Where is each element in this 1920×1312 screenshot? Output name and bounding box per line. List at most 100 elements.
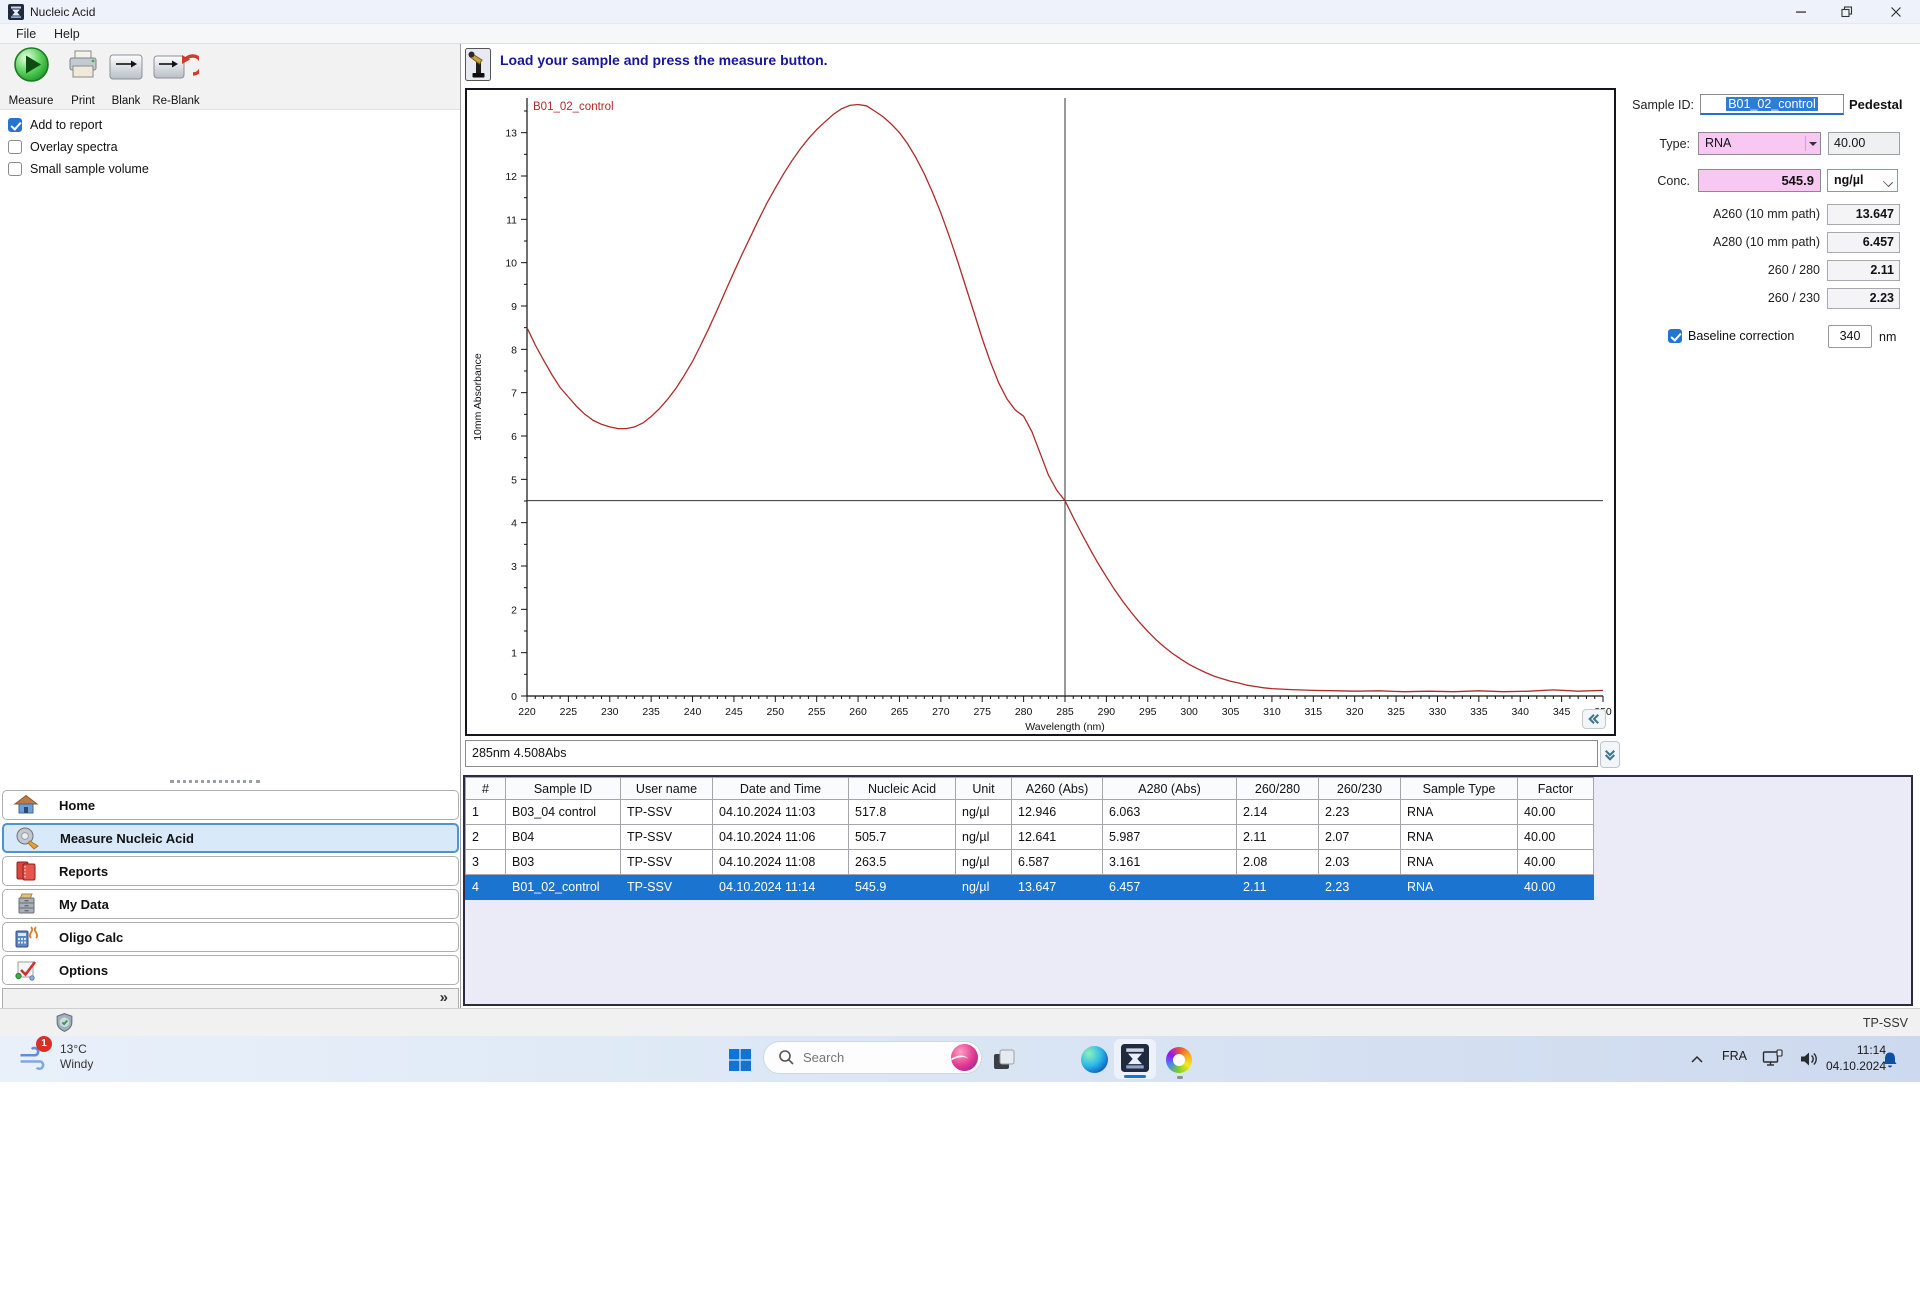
tray-expand-button[interactable] (1686, 1048, 1708, 1070)
factor-field[interactable]: 40.00 (1828, 132, 1900, 155)
table-cell[interactable]: TP-SSV (620, 849, 713, 875)
sidebar-item-reports[interactable]: Reports (2, 856, 459, 886)
unit-dropdown[interactable]: ng/µl (1827, 169, 1898, 192)
table-cell[interactable]: 2 (465, 824, 506, 850)
table-cell[interactable]: 13.647 (1011, 874, 1103, 900)
column-header[interactable]: 260/230 (1318, 777, 1401, 800)
column-header[interactable]: A260 (Abs) (1011, 777, 1103, 800)
checkbox-icon[interactable] (8, 118, 22, 132)
table-cell[interactable]: ng/µl (955, 824, 1012, 850)
table-cell[interactable]: 12.641 (1011, 824, 1103, 850)
table-cell[interactable]: TP-SSV (620, 799, 713, 825)
column-header[interactable]: User name (620, 777, 713, 800)
paint-app-button[interactable] (1165, 1046, 1193, 1074)
table-cell[interactable]: 2.14 (1236, 799, 1319, 825)
column-header[interactable]: Sample Type (1400, 777, 1518, 800)
table-cell[interactable]: 6.457 (1102, 874, 1237, 900)
measure-button[interactable]: Measure (4, 46, 58, 108)
checkbox-icon[interactable] (8, 162, 22, 176)
table-cell[interactable]: TP-SSV (620, 874, 713, 900)
bing-daily-image[interactable] (951, 1044, 978, 1071)
restore-button[interactable] (1825, 0, 1869, 24)
menu-help[interactable]: Help (48, 26, 86, 42)
table-cell[interactable]: 40.00 (1517, 874, 1594, 900)
clock[interactable]: 11:14 04.10.2024 (1826, 1042, 1886, 1074)
print-button[interactable]: Print (62, 46, 104, 108)
table-cell[interactable]: RNA (1400, 824, 1518, 850)
task-view-button[interactable] (990, 1046, 1018, 1074)
column-header[interactable]: A280 (Abs) (1102, 777, 1237, 800)
table-cell[interactable]: 04.10.2024 11:08 (712, 849, 849, 875)
table-cell[interactable]: 04.10.2024 11:03 (712, 799, 849, 825)
column-header[interactable]: # (465, 777, 506, 800)
minimize-button[interactable] (1779, 0, 1823, 24)
column-header[interactable]: Nucleic Acid (848, 777, 956, 800)
taskbar-search[interactable] (763, 1041, 982, 1074)
table-cell[interactable]: 40.00 (1517, 799, 1594, 825)
table-cell[interactable]: 2.11 (1236, 824, 1319, 850)
table-cell[interactable]: B03 (505, 849, 621, 875)
table-cell[interactable]: ng/µl (955, 874, 1012, 900)
table-cell[interactable]: 2.23 (1318, 874, 1401, 900)
column-header[interactable]: Sample ID (505, 777, 621, 800)
table-row[interactable]: 4 B01_02_control TP-SSV 04.10.2024 11:14 545… (465, 874, 1594, 900)
expand-down-button[interactable] (1600, 741, 1620, 768)
table-cell[interactable]: 12.946 (1011, 799, 1103, 825)
collapse-left-button[interactable] (1582, 709, 1606, 729)
nav-expander-bar[interactable]: » (2, 988, 459, 1010)
conc-field[interactable]: 545.9 (1698, 169, 1821, 192)
weather-widget[interactable]: 1 13°C Windy (18, 1036, 93, 1074)
splitter-handle[interactable] (170, 780, 260, 783)
table-cell[interactable]: 04.10.2024 11:14 (712, 874, 849, 900)
column-header[interactable]: Factor (1517, 777, 1594, 800)
blank-button[interactable]: Blank (106, 46, 146, 108)
sidebar-item-options[interactable]: Options (2, 955, 459, 985)
column-header[interactable]: 260/280 (1236, 777, 1319, 800)
notification-center-button[interactable] (1878, 1048, 1902, 1072)
table-cell[interactable]: B01_02_control (505, 874, 621, 900)
column-header[interactable]: Unit (955, 777, 1012, 800)
table-cell[interactable]: 6.587 (1011, 849, 1103, 875)
table-cell[interactable]: 2.23 (1318, 799, 1401, 825)
checkbox-small-sample-volume[interactable]: Small sample volume (8, 160, 149, 178)
column-header[interactable]: Date and Time (712, 777, 849, 800)
table-cell[interactable]: RNA (1400, 849, 1518, 875)
table-row[interactable]: 3 B03 TP-SSV 04.10.2024 11:08 263.5 ng/µl 6.58… (465, 849, 1594, 875)
table-cell[interactable]: 4 (465, 874, 506, 900)
baseline-wavelength-field[interactable]: 340 (1828, 325, 1872, 348)
sidebar-item-my-data[interactable]: My Data (2, 889, 459, 919)
table-cell[interactable]: 263.5 (848, 849, 956, 875)
table-cell[interactable]: 517.8 (848, 799, 956, 825)
table-cell[interactable]: B04 (505, 824, 621, 850)
baseline-correction-row[interactable]: Baseline correction (1668, 329, 1794, 343)
nucleic-acid-app-button[interactable] (1114, 1039, 1156, 1079)
checkbox-add-to-report[interactable]: Add to report (8, 116, 102, 134)
search-input[interactable] (803, 1050, 913, 1065)
reblank-button[interactable]: Re-Blank (148, 46, 204, 108)
checkbox-icon[interactable] (1668, 329, 1682, 343)
table-cell[interactable]: 545.9 (848, 874, 956, 900)
checkbox-icon[interactable] (8, 140, 22, 154)
table-cell[interactable]: 04.10.2024 11:06 (712, 824, 849, 850)
table-cell[interactable]: RNA (1400, 874, 1518, 900)
table-cell[interactable]: 1 (465, 799, 506, 825)
table-cell[interactable]: 3 (465, 849, 506, 875)
table-cell[interactable]: 2.03 (1318, 849, 1401, 875)
table-row[interactable]: 2 B04 TP-SSV 04.10.2024 11:06 505.7 ng/µl 12.6… (465, 824, 1594, 850)
sidebar-item-home[interactable]: Home (2, 790, 459, 820)
table-cell[interactable]: 40.00 (1517, 824, 1594, 850)
table-cell[interactable]: 40.00 (1517, 849, 1594, 875)
start-button[interactable] (726, 1046, 754, 1074)
table-cell[interactable]: RNA (1400, 799, 1518, 825)
table-cell[interactable]: B03_04 control (505, 799, 621, 825)
volume-button[interactable] (1796, 1047, 1822, 1071)
table-cell[interactable]: TP-SSV (620, 824, 713, 850)
table-cell[interactable]: 2.07 (1318, 824, 1401, 850)
menu-file[interactable]: File (10, 26, 42, 42)
sample-id-input[interactable]: B01_02_control (1700, 94, 1844, 115)
language-indicator[interactable]: FRA (1722, 1049, 1747, 1063)
table-cell[interactable]: 2.08 (1236, 849, 1319, 875)
table-cell[interactable]: 5.987 (1102, 824, 1237, 850)
close-button[interactable] (1874, 0, 1918, 24)
table-cell[interactable]: 3.161 (1102, 849, 1237, 875)
